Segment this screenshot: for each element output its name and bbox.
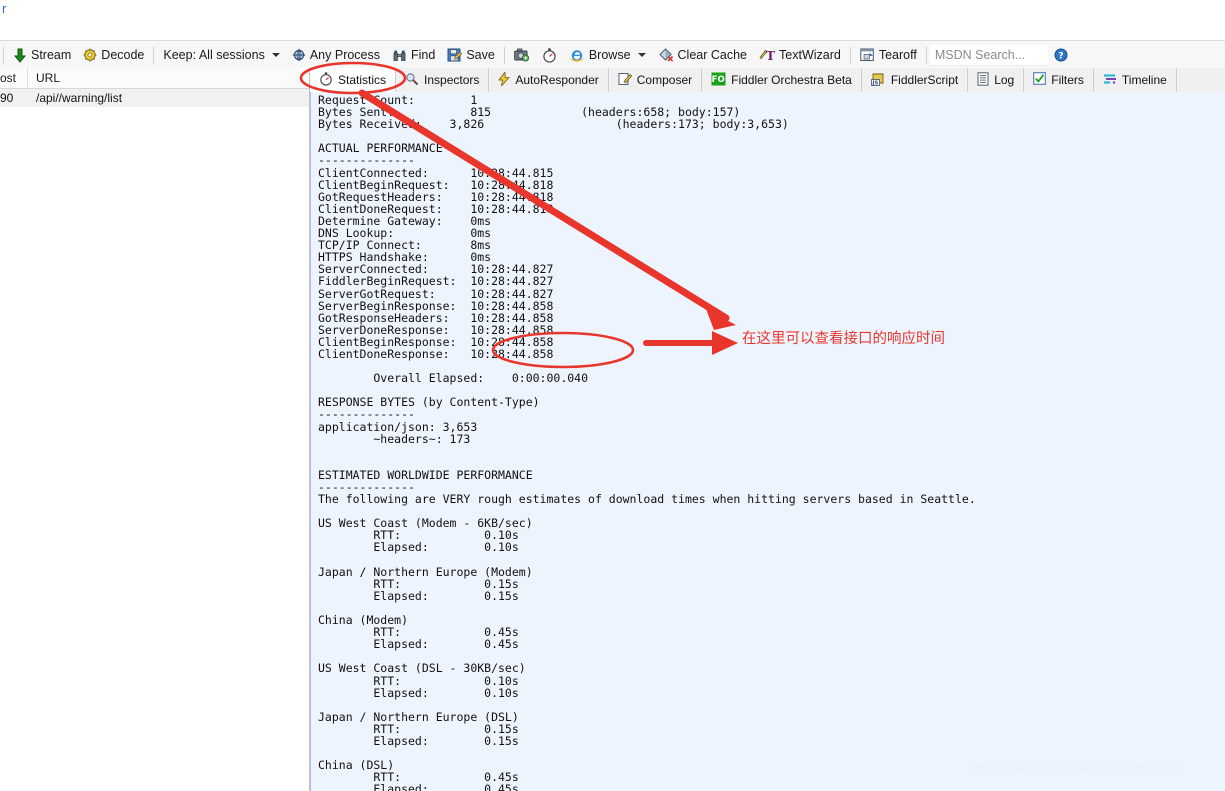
clear-cache-button[interactable]: Clear Cache (652, 43, 753, 67)
save-disk-icon (447, 48, 463, 62)
tab-inspectors-label: Inspectors (424, 73, 480, 87)
timer-button[interactable] (536, 43, 563, 67)
fo-badge-icon: FO (711, 72, 726, 89)
screenshot-button[interactable] (508, 43, 536, 67)
text-wizard-label: TextWizard (779, 47, 841, 62)
tab-fiddler-orchestra-label: Fiddler Orchestra Beta (731, 73, 852, 87)
magnifier-icon (405, 72, 419, 89)
clear-cache-label: Clear Cache (677, 47, 748, 62)
session-url: /api//warning/list (36, 91, 123, 105)
tab-fiddlerscript[interactable]: JS FiddlerScript (861, 68, 969, 92)
toolbar-divider (849, 46, 851, 64)
keep-sessions-label: Keep: All sessions (163, 47, 265, 62)
tab-filters[interactable]: Filters (1024, 68, 1094, 92)
fiddler-window: r Stream Decode Keep: All sessions Any P… (0, 0, 1225, 791)
session-row[interactable]: 90 /api//warning/list (0, 89, 309, 107)
svg-text:?: ? (1058, 52, 1063, 62)
svg-text:T: T (766, 49, 775, 62)
tab-inspectors[interactable]: Inspectors (396, 68, 490, 92)
toolbar-divider (503, 46, 505, 64)
internet-explorer-icon (569, 48, 585, 63)
text-wizard-icon: T (759, 48, 775, 63)
tab-composer-label: Composer (636, 73, 693, 87)
tab-autoresponder[interactable]: AutoResponder (489, 68, 609, 92)
save-button[interactable]: Save (441, 43, 501, 67)
save-label: Save (466, 47, 495, 62)
annotation-note: 在这里可以查看接口的响应时间 (742, 331, 945, 347)
svg-text:JS: JS (871, 80, 878, 86)
window-top-strip: r (0, 0, 1225, 40)
partial-glyph: r (2, 1, 7, 16)
stream-label: Stream (31, 47, 72, 62)
lightning-icon (498, 70, 511, 89)
watermark: https://blog.csdn.net/qq_39560249 (968, 760, 1185, 777)
column-header-host[interactable]: ost (0, 68, 28, 88)
tab-timeline[interactable]: Timeline (1093, 68, 1177, 92)
inspector-tabstrip: Statistics Inspectors AutoResponder Comp… (310, 68, 1225, 93)
toolbar-divider (153, 46, 155, 64)
browse-button[interactable]: Browse (563, 43, 652, 67)
tab-fiddler-orchestra[interactable]: FO Fiddler Orchestra Beta (702, 68, 862, 92)
svg-text:FO: FO (712, 75, 725, 85)
tab-log[interactable]: Log (968, 68, 1025, 92)
toolbar-divider (3, 46, 4, 64)
pencil-note-icon (618, 72, 632, 89)
toolbar-divider (925, 46, 927, 64)
decode-sunburst-icon (83, 48, 97, 62)
main-toolbar: Stream Decode Keep: All sessions Any Pro… (0, 40, 1225, 70)
js-scroll-icon: JS (870, 72, 886, 89)
list-icon (977, 71, 989, 89)
any-process-label: Any Process (309, 47, 381, 62)
tab-fiddlerscript-label: FiddlerScript (890, 73, 959, 87)
any-process-button[interactable]: Any Process (286, 43, 386, 67)
find-button[interactable]: Find (386, 43, 441, 67)
timeline-icon (1103, 72, 1117, 89)
tearoff-window-icon (860, 48, 875, 62)
down-arrow-icon (13, 48, 27, 63)
msdn-search-input[interactable]: MSDN Search... (929, 44, 1048, 66)
stopwatch-icon (542, 47, 557, 63)
column-header-url[interactable]: URL (28, 68, 309, 88)
help-button[interactable]: ? (1048, 43, 1074, 67)
sessions-panel: ost URL 90 /api//warning/list (0, 68, 310, 791)
msdn-search-placeholder: MSDN Search... (934, 48, 1026, 62)
keep-sessions-dropdown[interactable]: Keep: All sessions (157, 43, 285, 67)
decode-label: Decode (101, 47, 145, 62)
checkbox-icon (1033, 72, 1047, 88)
crosshair-target-icon (292, 48, 306, 62)
stream-button[interactable]: Stream (7, 43, 77, 67)
session-host: 90 (0, 91, 14, 105)
statistics-pane: Statistics Inspectors AutoResponder Comp… (310, 68, 1225, 791)
binoculars-icon (392, 49, 407, 62)
stopwatch-icon (319, 71, 333, 89)
tab-autoresponder-label: AutoResponder (515, 73, 599, 87)
tearoff-button[interactable]: Tearoff (854, 43, 923, 67)
statistics-text[interactable]: Request Count: 1 Bytes Sent: 815 (header… (310, 92, 1225, 791)
browse-label: Browse (588, 47, 631, 62)
tearoff-label: Tearoff (878, 47, 917, 62)
tab-log-label: Log (994, 73, 1015, 87)
find-label: Find (411, 47, 436, 62)
decode-button[interactable]: Decode (77, 43, 150, 67)
chevron-down-icon[interactable] (637, 53, 646, 57)
statistics-body: Request Count: 1 Bytes Sent: 815 (header… (318, 93, 976, 791)
help-icon: ? (1054, 48, 1068, 62)
tab-composer[interactable]: Composer (608, 68, 703, 92)
camera-icon (513, 48, 530, 62)
tab-statistics[interactable]: Statistics (310, 68, 397, 93)
tab-filters-label: Filters (1051, 73, 1084, 87)
tab-statistics-label: Statistics (338, 73, 387, 87)
clear-cache-icon (658, 47, 674, 63)
chevron-down-icon (271, 53, 280, 57)
tab-timeline-label: Timeline (1121, 73, 1167, 87)
text-wizard-button[interactable]: T TextWizard (753, 43, 847, 67)
sessions-header-row: ost URL (0, 68, 309, 89)
